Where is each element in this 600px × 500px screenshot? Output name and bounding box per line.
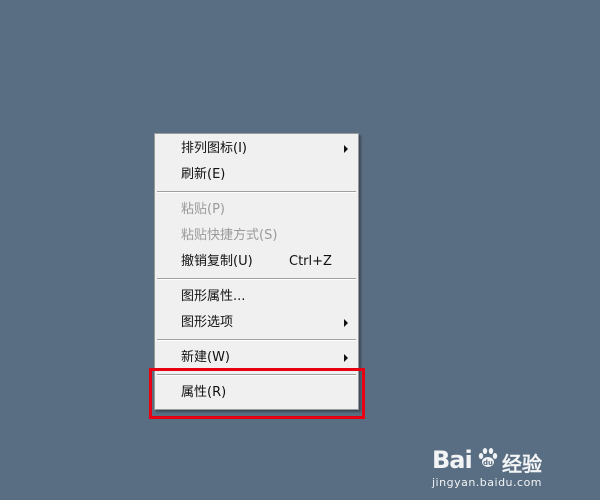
svg-text:du: du <box>483 459 493 467</box>
menu-item-shortcut: Ctrl+Z <box>289 254 332 269</box>
paw-icon: du <box>478 448 498 467</box>
menu-item-refresh[interactable]: 刷新(E) <box>155 162 358 188</box>
menu-separator <box>157 191 356 193</box>
menu-item-graphics-options[interactable]: 图形选项 <box>155 310 358 336</box>
menu-item-label: 刷新(E) <box>181 167 226 182</box>
submenu-arrow-icon <box>344 145 348 153</box>
watermark-brand: Bai <box>432 446 473 474</box>
menu-item-label: 图形属性... <box>181 289 246 304</box>
menu-item-label: 新建(W) <box>181 350 230 365</box>
menu-item-label: 图形选项 <box>181 315 234 330</box>
watermark-url: jingyan.baidu.com <box>432 476 543 489</box>
menu-item-label: 粘贴快捷方式(S) <box>181 228 278 243</box>
menu-item-arrange-icons[interactable]: 排列图标(I) <box>155 136 358 162</box>
menu-item-undo-copy[interactable]: 撤销复制(U) Ctrl+Z <box>155 249 358 275</box>
highlight-annotation-box <box>149 368 365 419</box>
menu-separator <box>157 339 356 341</box>
menu-item-label: 粘贴(P) <box>181 202 225 217</box>
menu-item-graphics-properties[interactable]: 图形属性... <box>155 284 358 310</box>
menu-separator <box>157 278 356 280</box>
submenu-arrow-icon <box>344 354 348 362</box>
menu-item-label: 撤销复制(U) <box>181 254 253 269</box>
menu-item-label: 排列图标(I) <box>181 141 247 156</box>
submenu-arrow-icon <box>344 319 348 327</box>
watermark-brand-suffix: 经验 <box>502 452 542 476</box>
menu-item-paste: 粘贴(P) <box>155 197 358 223</box>
menu-item-paste-shortcut: 粘贴快捷方式(S) <box>155 223 358 249</box>
baidu-jingyan-watermark: Bai du 经验 jingyan.baidu.com <box>432 444 582 494</box>
